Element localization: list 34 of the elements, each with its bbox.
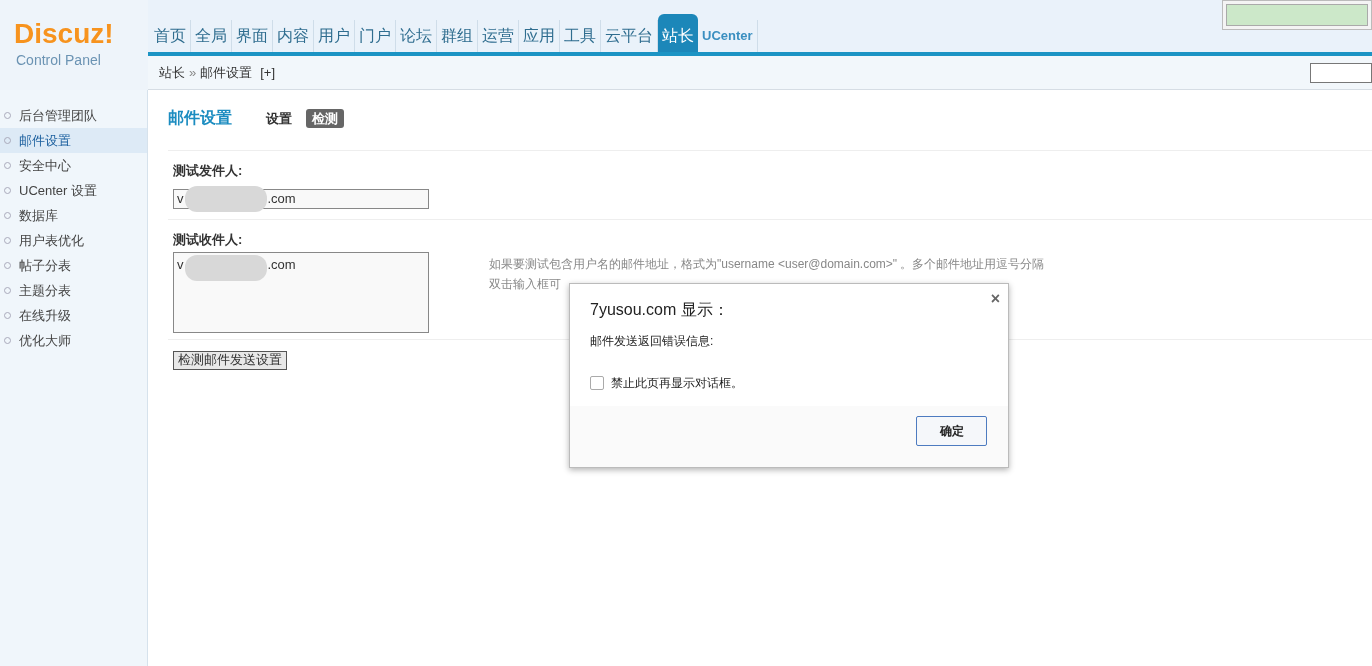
dialog-title: 7yusou.com 显示： — [590, 300, 729, 320]
hint-text: 如果要测试包含用户名的邮件地址，格式为"username <user@domain.com>" 。多个邮件地址用逗号分隔 — [489, 256, 1045, 273]
sidebar-item[interactable]: 用户表优化 — [0, 228, 147, 253]
logo-title: Discuz! — [14, 18, 115, 50]
sidebar-item[interactable]: 安全中心 — [0, 153, 147, 178]
checkbox-label: 禁止此页再显示对话框。 — [611, 375, 743, 392]
sidebar-item[interactable]: 在线升级 — [0, 303, 147, 328]
dialog-message: 邮件发送返回错误信息: — [590, 333, 715, 350]
ok-button[interactable]: 确定 — [916, 416, 987, 446]
sidebar-item[interactable]: 主题分表 — [0, 278, 147, 303]
breadcrumb-link[interactable]: 站长 — [159, 62, 185, 83]
page-title: 邮件设置 — [168, 108, 232, 128]
nav-tab[interactable]: 站长 — [658, 14, 698, 52]
sidebar-item[interactable]: 帖子分表 — [0, 253, 147, 278]
checkbox[interactable] — [590, 376, 604, 390]
breadcrumb-current: 邮件设置 — [200, 63, 253, 82]
field-label: 测试发件人: — [173, 162, 244, 180]
recipient-field[interactable]: v .com — [173, 252, 429, 333]
sender-field[interactable]: v .com — [173, 189, 429, 209]
sidebar-item[interactable]: 优化大师 — [0, 328, 147, 353]
page-tab[interactable]: 检测 — [306, 108, 344, 128]
sidebar-item[interactable]: 数据库 — [0, 203, 147, 228]
hint-text: 双击输入框可 — [489, 276, 562, 293]
add-shortcut-link[interactable]: [+] — [260, 62, 276, 83]
logo-subtitle: Control Panel — [16, 51, 102, 70]
breadcrumb-separator: » — [189, 63, 197, 82]
search-field[interactable] — [1310, 62, 1372, 83]
sidebar-item[interactable]: 后台管理团队 — [0, 103, 147, 128]
sidebar-item[interactable]: UCenter 设置 — [0, 178, 147, 203]
page-tab[interactable]: 设置 — [260, 108, 298, 128]
sidebar-item[interactable]: 邮件设置 — [0, 128, 147, 153]
test-button[interactable]: 检测邮件发送设置 — [173, 350, 287, 370]
field-label: 测试收件人: — [173, 231, 244, 249]
close-button[interactable]: × — [990, 292, 1000, 306]
